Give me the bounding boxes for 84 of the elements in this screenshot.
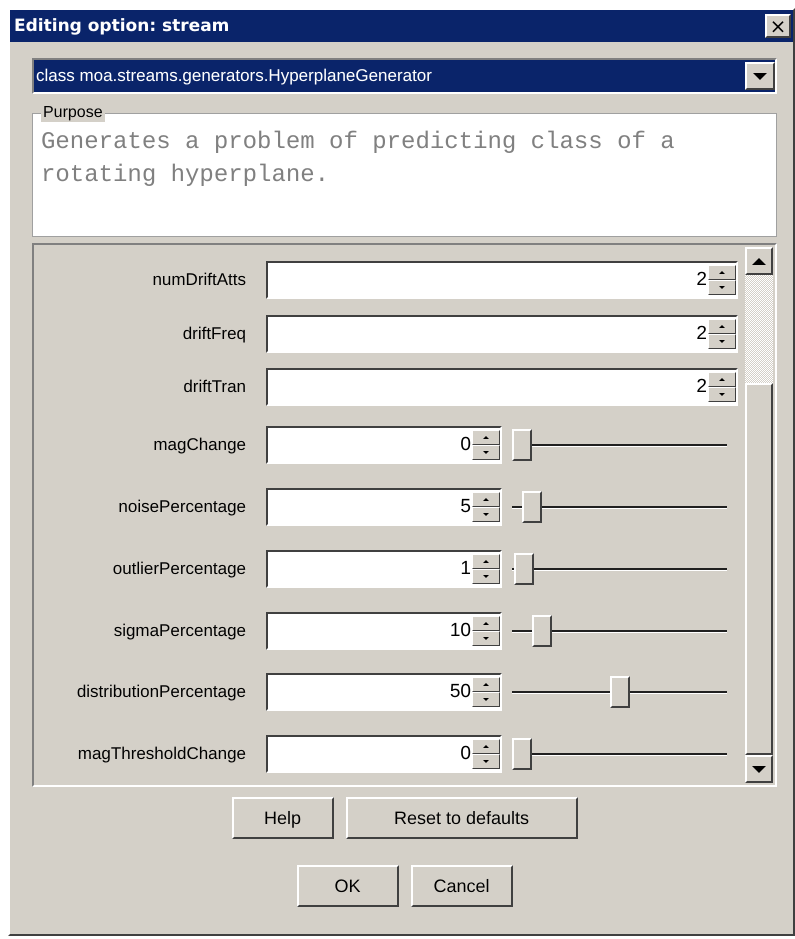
down-arrow-icon	[719, 393, 725, 396]
spin-up-button[interactable]	[472, 616, 500, 631]
slider-thumb[interactable]	[512, 738, 532, 770]
option-label: distributionPercentage	[76, 682, 247, 702]
slider-track[interactable]	[512, 612, 727, 649]
spin-up-button[interactable]	[472, 677, 500, 692]
up-arrow-icon	[483, 560, 489, 563]
spin-down-button[interactable]	[472, 692, 500, 708]
slider-thumb[interactable]	[610, 676, 630, 708]
spin-up-button[interactable]	[472, 739, 500, 754]
up-arrow-icon	[483, 683, 489, 686]
slider-track[interactable]	[512, 550, 727, 587]
number-field[interactable]: 0	[266, 735, 502, 774]
dropdown-arrow-button[interactable]	[745, 62, 775, 90]
spin-down-button[interactable]	[472, 445, 500, 460]
slider-track[interactable]	[512, 736, 727, 772]
spin-down-button[interactable]	[472, 568, 500, 584]
down-arrow-icon	[483, 451, 489, 454]
spin-down-button[interactable]	[708, 387, 736, 402]
option-label: outlierPercentage	[112, 558, 247, 579]
number-field[interactable]: 2	[266, 314, 738, 353]
number-field[interactable]: 10	[266, 612, 502, 650]
purpose-text: Generates a problem of predicting class of a rotating hyperplane.	[41, 128, 676, 191]
up-arrow-icon	[483, 622, 489, 625]
slider-track[interactable]	[512, 674, 727, 710]
down-arrow-icon	[483, 513, 489, 516]
up-arrow-icon	[719, 378, 725, 382]
number-field[interactable]: 0	[266, 426, 502, 464]
down-arrow-icon	[483, 574, 489, 578]
spin-down-button[interactable]	[708, 334, 736, 349]
spin-down-button[interactable]	[472, 754, 500, 770]
dialog-button[interactable]: OK	[296, 865, 398, 907]
number-field[interactable]: 50	[266, 673, 502, 712]
down-arrow-icon	[483, 636, 489, 640]
option-label: driftTran	[182, 377, 247, 398]
option-label: sigmaPercentage	[112, 620, 247, 641]
dropdown-value: class moa.streams.generators.HyperplaneGenerator	[35, 66, 433, 86]
scroll-up-button[interactable]	[745, 247, 773, 275]
number-field[interactable]: 2	[266, 368, 738, 406]
number-field[interactable]: 1	[266, 550, 502, 588]
slider-thumb[interactable]	[514, 552, 534, 585]
number-field[interactable]: 5	[266, 488, 502, 526]
dialog-button[interactable]: Reset to defaults	[346, 797, 578, 839]
close-button[interactable]: ×	[765, 14, 791, 38]
slider-thumb[interactable]	[532, 614, 552, 647]
spin-down-button[interactable]	[472, 630, 500, 646]
down-arrow-icon	[719, 340, 725, 343]
slider-track[interactable]	[512, 489, 727, 526]
purpose-legend: Purpose	[41, 104, 105, 122]
option-label: magChange	[152, 435, 247, 456]
option-label: numDriftAtts	[151, 270, 247, 290]
spin-up-button[interactable]	[472, 430, 500, 446]
spin-up-button[interactable]	[708, 264, 736, 280]
spin-down-button[interactable]	[472, 507, 500, 522]
spin-up-button[interactable]	[472, 492, 500, 508]
up-arrow-icon	[483, 498, 489, 502]
window-title: Editing option: stream	[14, 16, 230, 36]
up-arrow-icon	[719, 270, 725, 274]
down-arrow-icon	[483, 698, 489, 702]
scroll-down-button[interactable]	[745, 755, 773, 783]
option-label: driftFreq	[182, 324, 247, 344]
option-label: noisePercentage	[117, 497, 247, 518]
slider-thumb[interactable]	[512, 429, 532, 462]
scrollbar[interactable]	[745, 247, 773, 783]
scroll-thumb[interactable]	[745, 383, 773, 755]
slider-thumb[interactable]	[522, 491, 542, 524]
dialog-button[interactable]: Help	[232, 797, 334, 839]
up-arrow-icon	[752, 258, 766, 264]
dialog-button[interactable]: Cancel	[410, 865, 512, 907]
caret-icon	[753, 72, 767, 80]
up-arrow-icon	[483, 745, 489, 748]
up-arrow-icon	[483, 436, 489, 440]
up-arrow-icon	[719, 324, 725, 328]
slider-track[interactable]	[512, 427, 727, 464]
option-label: magThresholdChange	[76, 744, 247, 764]
number-field[interactable]: 2	[266, 260, 738, 299]
down-arrow-icon	[719, 286, 725, 289]
spin-down-button[interactable]	[708, 280, 736, 295]
down-arrow-icon	[483, 760, 489, 764]
spin-up-button[interactable]	[708, 318, 736, 334]
spin-up-button[interactable]	[708, 372, 736, 388]
spin-up-button[interactable]	[472, 554, 500, 569]
class-dropdown[interactable]: class moa.streams.generators.HyperplaneGenerator	[32, 58, 777, 94]
down-arrow-icon	[752, 766, 766, 772]
